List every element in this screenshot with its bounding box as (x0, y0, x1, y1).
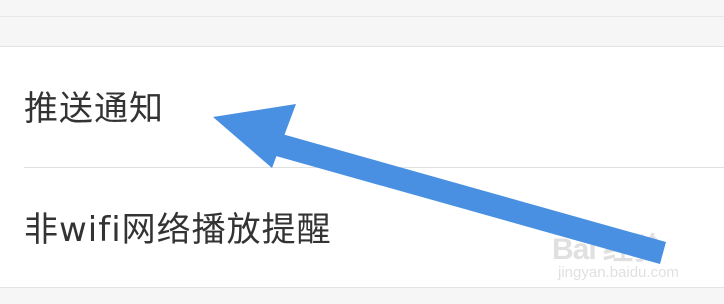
section-gap-top (0, 0, 724, 47)
watermark-logo: Bai 经验 (552, 233, 662, 266)
watermark-domain: jingyan.baidu.com (558, 264, 679, 281)
baidu-jingyan-watermark: Bai 经验 jingyan.baidu.com (552, 220, 692, 290)
setting-label-non-wifi-playback-reminder: 非wifi网络播放提醒 (24, 210, 332, 250)
setting-label-push-notification: 推送通知 (24, 89, 164, 129)
divider-line (0, 16, 724, 17)
setting-row-push-notification[interactable]: 推送通知 (0, 47, 724, 167)
